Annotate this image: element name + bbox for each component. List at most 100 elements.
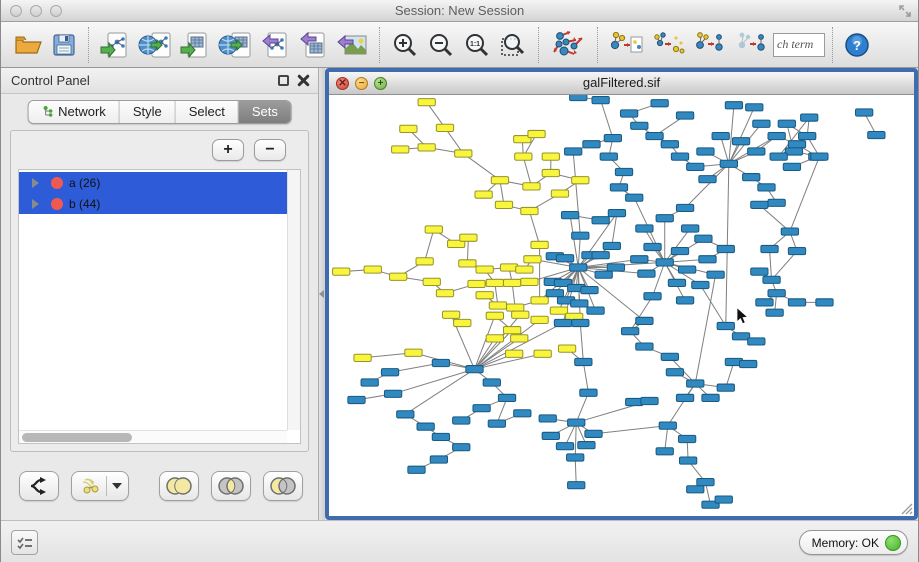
graph-node-blue[interactable] [408, 466, 425, 473]
graph-node-blue[interactable] [556, 255, 573, 262]
graph-node-blue[interactable] [575, 358, 592, 365]
graph-node-blue[interactable] [592, 217, 609, 224]
save-session-button[interactable] [47, 26, 81, 64]
graph-node-blue[interactable] [641, 397, 658, 404]
graph-node-yellow[interactable] [528, 130, 545, 137]
graph-node-blue[interactable] [740, 360, 757, 367]
graph-node-blue[interactable] [788, 299, 805, 306]
graph-node-yellow[interactable] [531, 241, 548, 248]
graph-node-yellow[interactable] [475, 191, 492, 198]
graph-node-blue[interactable] [587, 307, 604, 314]
graph-node-blue[interactable] [607, 264, 624, 271]
merge-difference-button[interactable] [647, 26, 689, 64]
graph-node-blue[interactable] [572, 319, 589, 326]
network-canvas[interactable] [329, 95, 914, 516]
graph-node-blue[interactable] [788, 141, 805, 148]
union-sets-button[interactable] [159, 471, 199, 501]
difference-sets-button[interactable] [263, 471, 303, 501]
graph-node-blue[interactable] [631, 122, 648, 129]
graph-node-blue[interactable] [656, 215, 673, 222]
graph-node-blue[interactable] [571, 300, 588, 307]
graph-node-blue[interactable] [453, 417, 470, 424]
network-window-titlebar[interactable]: ✕ − + galFiltered.sif [329, 72, 914, 95]
graph-node-yellow[interactable] [503, 279, 520, 286]
graph-node-blue[interactable] [580, 389, 597, 396]
zoom-fit-button[interactable]: 1:1 [459, 26, 495, 64]
graph-node-blue[interactable] [626, 194, 643, 201]
graph-node-blue[interactable] [761, 245, 778, 252]
graph-node-blue[interactable] [397, 411, 414, 418]
graph-node-blue[interactable] [676, 297, 693, 304]
graph-node-yellow[interactable] [511, 335, 528, 342]
graph-node-yellow[interactable] [425, 226, 442, 233]
graph-node-blue[interactable] [636, 317, 653, 324]
graph-node-yellow[interactable] [542, 169, 559, 176]
graph-node-blue[interactable] [381, 369, 398, 376]
graph-node-blue[interactable] [542, 432, 559, 439]
graph-node-blue[interactable] [572, 232, 589, 239]
graph-node-blue[interactable] [758, 184, 775, 191]
intersection-sets-button[interactable] [211, 471, 251, 501]
vertical-scrollbar[interactable] [287, 170, 300, 430]
graph-node-yellow[interactable] [572, 177, 589, 184]
network-view-window[interactable]: ✕ − + galFiltered.sif [325, 68, 918, 520]
graph-node-blue[interactable] [578, 442, 595, 449]
graph-node-blue[interactable] [788, 247, 805, 254]
graph-edge[interactable] [580, 323, 583, 362]
graph-node-blue[interactable] [638, 270, 655, 277]
graph-node-yellow[interactable] [390, 273, 407, 280]
graph-edge[interactable] [594, 426, 668, 434]
graph-node-blue[interactable] [561, 212, 578, 219]
graph-node-blue[interactable] [473, 405, 490, 412]
graph-node-yellow[interactable] [491, 177, 508, 184]
import-network-file-button[interactable] [96, 26, 134, 64]
create-set-from-network-button[interactable] [71, 471, 129, 501]
graph-node-blue[interactable] [568, 482, 585, 489]
graph-node-blue[interactable] [748, 148, 765, 155]
graph-node-yellow[interactable] [531, 297, 548, 304]
graph-node-yellow[interactable] [392, 146, 409, 153]
graph-node-blue[interactable] [676, 112, 693, 119]
graph-node-blue[interactable] [801, 114, 818, 121]
graph-node-blue[interactable] [732, 138, 749, 145]
graph-node-blue[interactable] [556, 443, 573, 450]
graph-node-yellow[interactable] [455, 150, 472, 157]
graph-node-blue[interactable] [466, 366, 483, 373]
graph-node-blue[interactable] [671, 153, 688, 160]
graph-node-blue[interactable] [707, 271, 724, 278]
graph-node-blue[interactable] [717, 384, 734, 391]
graph-node-blue[interactable] [661, 141, 678, 148]
close-panel-icon[interactable] [297, 74, 310, 87]
graph-node-blue[interactable] [488, 420, 505, 427]
graph-node-blue[interactable] [592, 97, 609, 104]
graph-node-blue[interactable] [644, 293, 661, 300]
graph-node-blue[interactable] [770, 153, 787, 160]
search-input[interactable] [773, 33, 825, 57]
graph-node-yellow[interactable] [333, 268, 350, 275]
export-network-button[interactable] [256, 26, 294, 64]
scrollbar-thumb[interactable] [22, 433, 132, 442]
tab-network[interactable]: Network [28, 101, 120, 123]
graph-node-blue[interactable] [651, 100, 668, 107]
graph-node-yellow[interactable] [405, 349, 422, 356]
graph-node-blue[interactable] [384, 390, 401, 397]
graph-node-blue[interactable] [697, 479, 714, 486]
graph-node-yellow[interactable] [524, 256, 541, 263]
graph-node-yellow[interactable] [418, 144, 435, 151]
graph-node-blue[interactable] [687, 486, 704, 493]
graph-node-yellow[interactable] [442, 311, 459, 318]
graph-node-yellow[interactable] [476, 292, 493, 299]
graph-node-blue[interactable] [554, 319, 571, 326]
graph-node-yellow[interactable] [486, 312, 503, 319]
graph-node-yellow[interactable] [507, 304, 524, 311]
graph-edge[interactable] [601, 100, 613, 138]
graph-node-yellow[interactable] [423, 278, 440, 285]
graph-node-blue[interactable] [361, 379, 378, 386]
horizontal-scrollbar[interactable] [19, 430, 287, 443]
graph-node-blue[interactable] [768, 290, 785, 297]
graph-node-blue[interactable] [570, 264, 587, 271]
graph-node-yellow[interactable] [516, 266, 533, 273]
split-set-button[interactable] [19, 471, 59, 501]
graph-edge[interactable] [405, 369, 474, 414]
graph-node-blue[interactable] [668, 279, 685, 286]
